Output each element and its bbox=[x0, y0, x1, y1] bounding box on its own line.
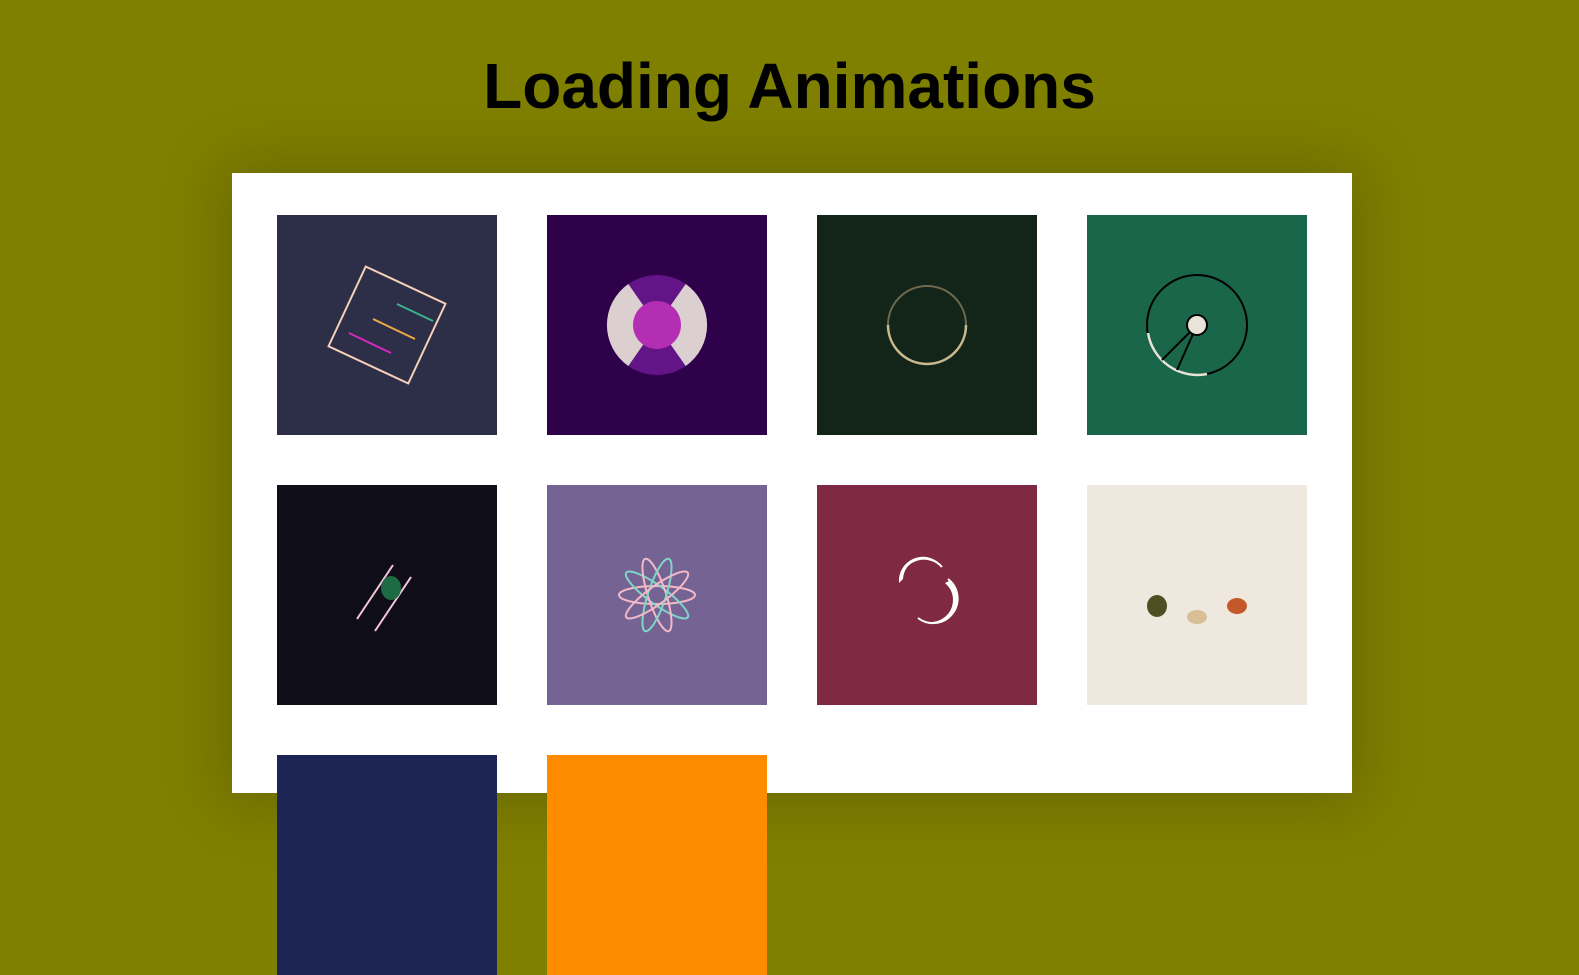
loader-tile-pie-segments bbox=[547, 215, 767, 435]
loader-tile-orange bbox=[547, 755, 767, 975]
loader-tile-orbit-pendulum bbox=[1087, 215, 1307, 435]
loader-tile-thin-ring bbox=[817, 215, 1037, 435]
orbit-pendulum-icon bbox=[1087, 215, 1307, 435]
crescent-swirl-icon bbox=[817, 485, 1037, 705]
loader-tile-petal-orbits bbox=[547, 485, 767, 705]
petal-orbits-icon bbox=[547, 485, 767, 705]
loader-tile-three-dots bbox=[1087, 485, 1307, 705]
loader-tile-navy bbox=[277, 755, 497, 975]
loader-tile-rotating-square-lines bbox=[277, 215, 497, 435]
navy-tile-icon bbox=[277, 755, 497, 975]
loaders-grid-panel bbox=[232, 173, 1352, 975]
rotating-square-lines-icon bbox=[277, 215, 497, 435]
loader-tile-crescent-swirl bbox=[817, 485, 1037, 705]
three-dots-icon bbox=[1087, 485, 1307, 705]
orange-tile-icon bbox=[547, 755, 767, 975]
loader-tile-bouncing-ball-lines bbox=[277, 485, 497, 705]
pie-segments-icon bbox=[547, 215, 767, 435]
page-title: Loading Animations bbox=[483, 50, 1096, 122]
thin-ring-icon bbox=[817, 215, 1037, 435]
bouncing-ball-lines-icon bbox=[277, 485, 497, 705]
